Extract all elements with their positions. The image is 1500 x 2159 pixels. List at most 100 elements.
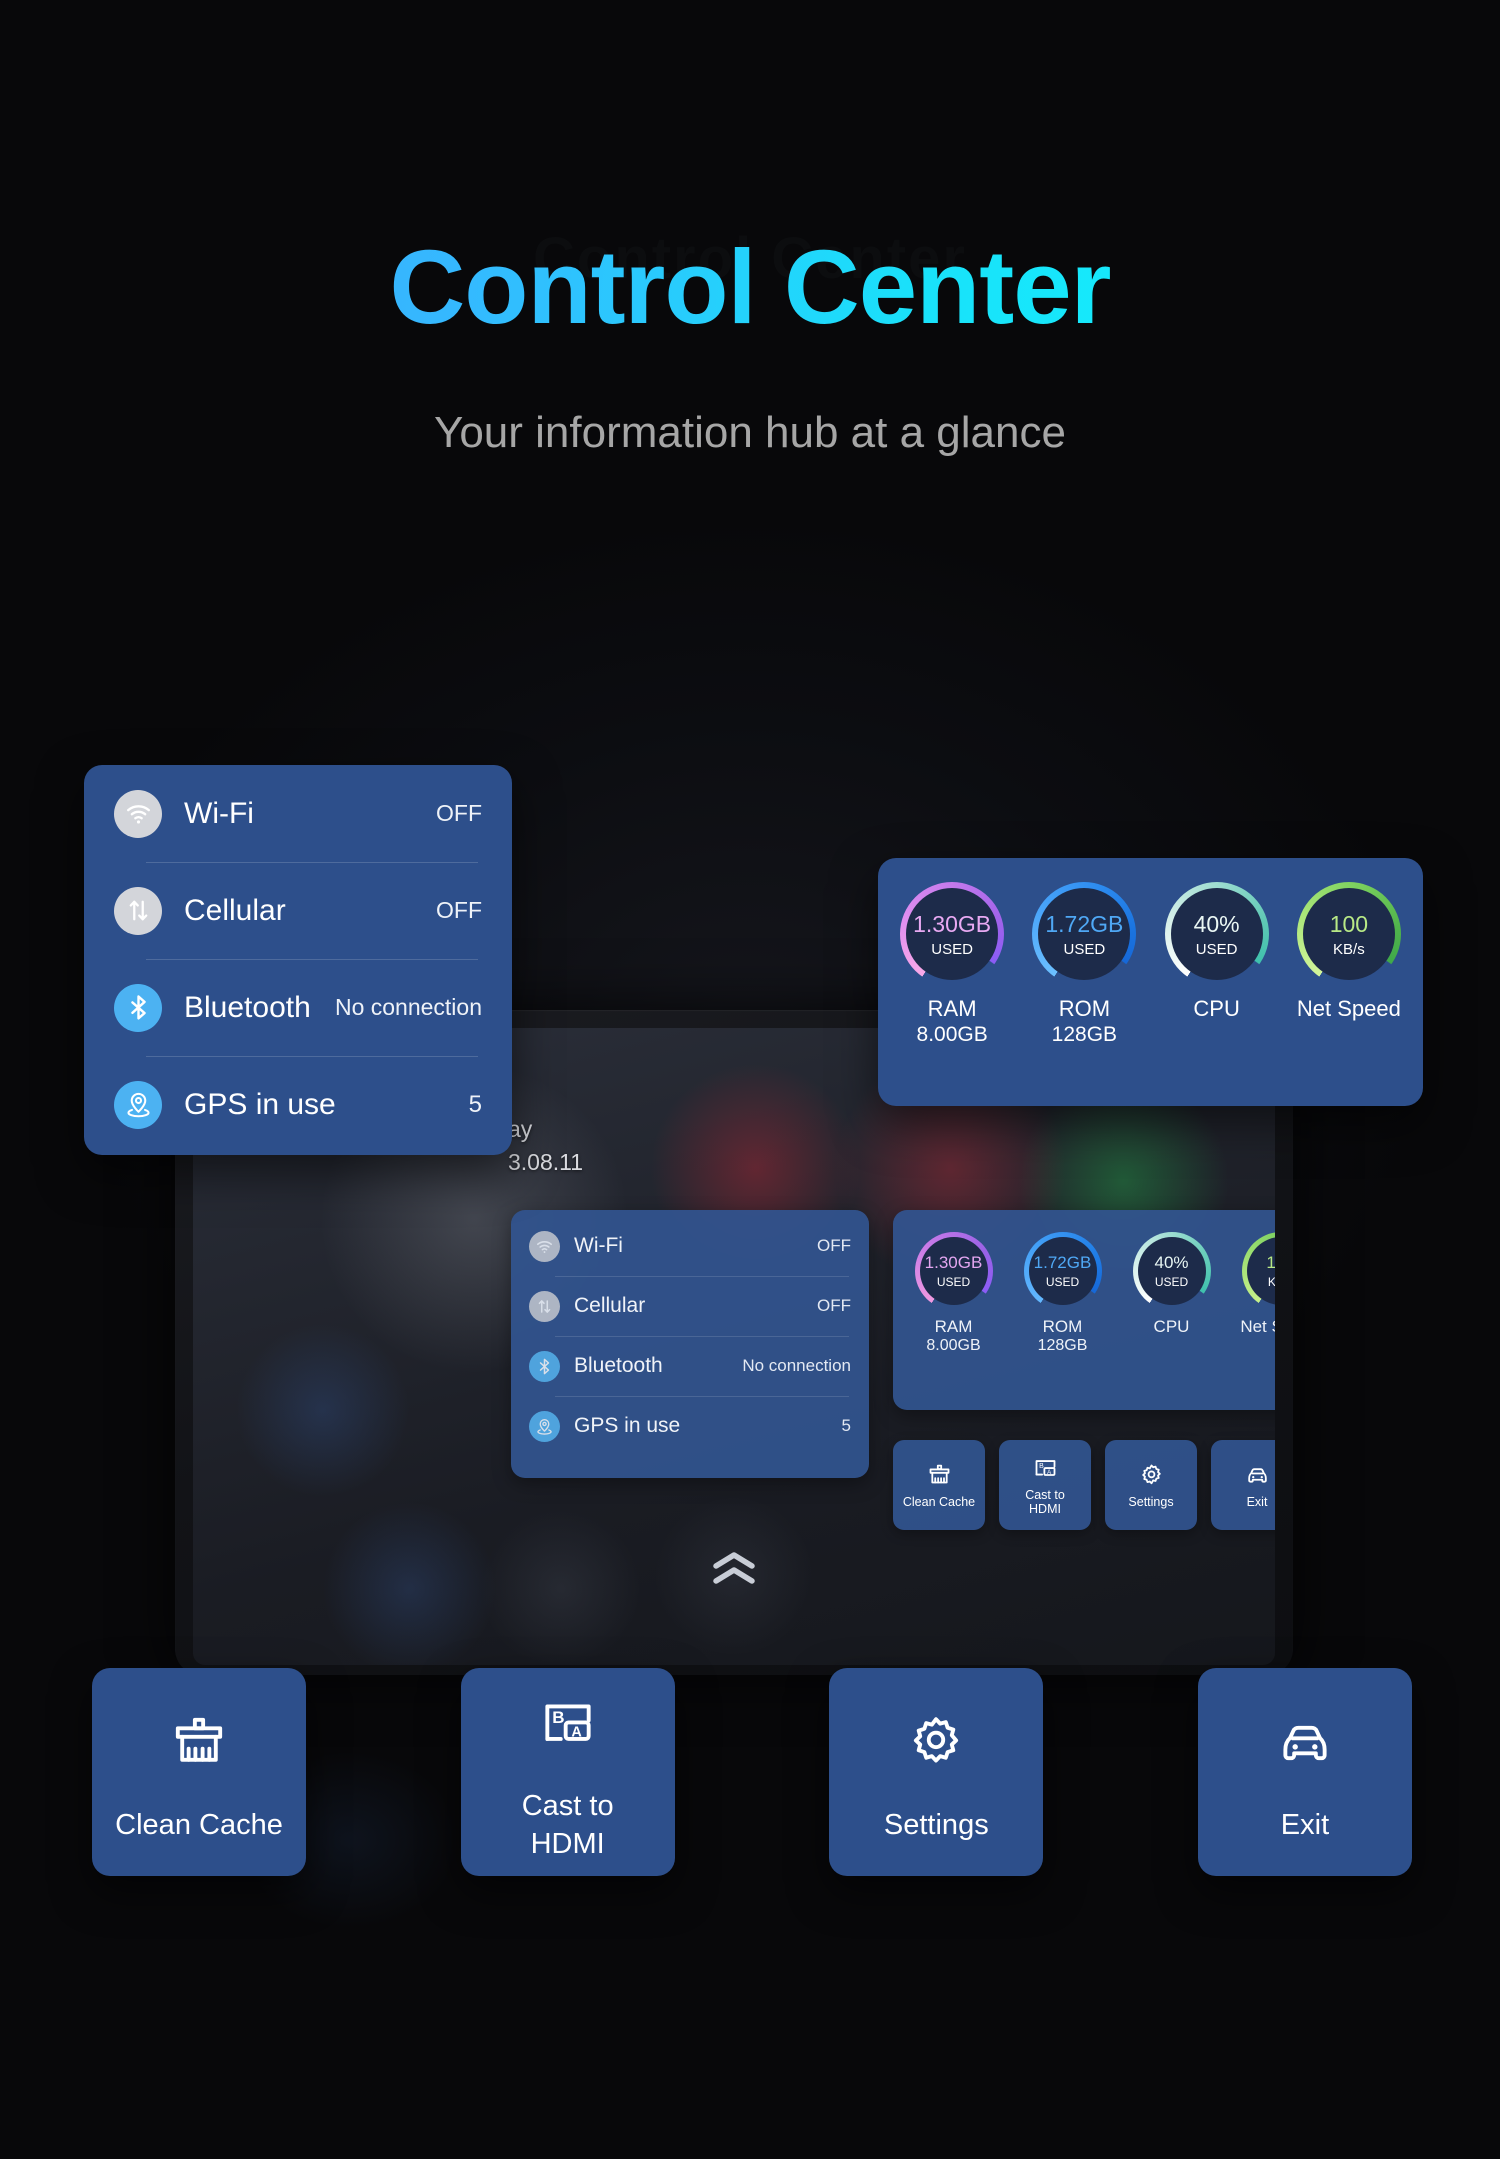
cast-label-line2: HDMI	[530, 1828, 605, 1860]
mini-gauge-name: RAM	[934, 1317, 973, 1336]
mini-gauge-unit: USED	[1045, 1275, 1080, 1289]
gauge-ring-netspeed: 100 KB/s	[1296, 882, 1401, 986]
mini-network-label: Wi-Fi	[574, 1234, 623, 1257]
gauge-name: ROM	[1058, 996, 1111, 1021]
exit-button[interactable]: Exit	[1197, 1668, 1412, 1876]
network-row-bluetooth[interactable]: Bluetooth No connection	[114, 959, 482, 1056]
gauge-rom: 1.72GB USED ROM 128GB	[1018, 882, 1150, 1106]
car-icon	[1247, 1467, 1267, 1483]
mini-gauge-name: ROM	[1042, 1317, 1083, 1336]
mini-action-label: Clean Cache	[902, 1494, 976, 1509]
mini-gauge-unit: USED	[1154, 1275, 1189, 1289]
mini-gauge-ring: 1.72GB USED	[1023, 1232, 1102, 1310]
mini-gauge-ring: 40% USED	[1132, 1232, 1211, 1310]
mini-actions-row: Clean Cache B A Cast to HDMI Settings Ex…	[893, 1440, 1275, 1530]
gauge-value: 100	[1329, 910, 1369, 937]
mini-network-value: No connection	[742, 1356, 851, 1375]
gauge-unit: USED	[1063, 940, 1106, 958]
network-row-label: Bluetooth	[184, 990, 311, 1024]
gps-icon	[529, 1410, 560, 1442]
gauge-ring-ram: 1.30GB USED	[900, 882, 1005, 986]
network-row-value: 5	[468, 1090, 482, 1118]
network-panel: Wi-Fi OFF Cellular OFF Bluetooth No conn…	[84, 765, 512, 1155]
mini-gauge-sub: 128GB	[1037, 1337, 1088, 1354]
actions-row: Clean Cache B A Cast to HDMI Settings Ex…	[92, 1668, 1412, 1876]
page-root: Control Center Control Center Your infor…	[0, 0, 1500, 2159]
cast-icon: B A	[537, 1681, 599, 1767]
network-row-wifi[interactable]: Wi-Fi OFF	[114, 765, 482, 862]
gps-icon	[114, 1080, 162, 1129]
gauge-value: 1.30GB	[913, 910, 992, 937]
cast-to-hdmi-label: Cast to HDMI	[522, 1787, 614, 1863]
gauge-name: CPU	[1193, 996, 1240, 1021]
clean-cache-label: Clean Cache	[115, 1809, 283, 1841]
mini-gauge-sub: 8.00GB	[926, 1337, 981, 1354]
page-title-part2: Center	[783, 229, 1111, 346]
screen-date-line2: 3.08.11	[508, 1149, 584, 1175]
cast-label-line1: Cast to	[521, 1790, 614, 1822]
mini-network-row-bluetooth[interactable]: Bluetooth No connection	[529, 1336, 851, 1396]
broom-icon	[168, 1700, 230, 1786]
mini-gauge-cpu: 40% USED CPU	[1117, 1232, 1226, 1337]
cellular-icon	[529, 1290, 560, 1322]
double-chevron-up-icon[interactable]	[708, 1548, 760, 1595]
settings-button[interactable]: Settings	[829, 1668, 1044, 1876]
gauge-ring-rom: 1.72GB USED	[1032, 882, 1137, 986]
mini-gauge-netspeed: 100 KB/s Net Speed	[1226, 1232, 1275, 1337]
wifi-icon	[114, 789, 162, 838]
clean-cache-button[interactable]: Clean Cache	[92, 1668, 306, 1876]
mini-gauge-unit: KB/s	[1267, 1275, 1275, 1289]
mini-action-cast-hdmi[interactable]: B A Cast to HDMI	[999, 1440, 1091, 1530]
mini-network-row-gps[interactable]: GPS in use 5	[529, 1396, 851, 1456]
gauge-unit: KB/s	[1333, 940, 1365, 958]
mini-network-panel[interactable]: Wi-Fi OFF Cellular OFF Bluetooth No conn…	[511, 1210, 869, 1478]
mini-gauge-value: 1.72GB	[1033, 1253, 1092, 1272]
network-row-value: OFF	[436, 800, 482, 826]
wifi-icon	[529, 1230, 560, 1262]
mini-action-exit[interactable]: Exit	[1211, 1440, 1275, 1530]
mini-action-label: Exit	[1246, 1494, 1268, 1509]
page-title: Control Center	[0, 228, 1500, 348]
screen-date-line1: ay	[508, 1116, 533, 1142]
broom-icon	[929, 1464, 949, 1483]
gauge-ring-cpu: 40% USED	[1164, 882, 1269, 986]
network-row-value: No connection	[334, 994, 482, 1020]
gauge-cpu: 40% USED CPU	[1151, 882, 1283, 1106]
mini-network-row-cellular[interactable]: Cellular OFF	[529, 1276, 851, 1336]
mini-network-label: GPS in use	[574, 1414, 681, 1437]
mini-network-value: OFF	[817, 1296, 851, 1315]
mini-action-label: Cast to HDMI	[1025, 1487, 1065, 1516]
mini-action-settings[interactable]: Settings	[1105, 1440, 1197, 1530]
gauge-name: RAM	[927, 996, 977, 1021]
mini-action-label: Settings	[1128, 1494, 1174, 1509]
mini-gauge-value: 40%	[1154, 1253, 1189, 1272]
gauge-value: 40%	[1193, 910, 1240, 937]
screen-date: ay 3.08.11	[508, 1113, 583, 1179]
gauge-value: 1.72GB	[1045, 910, 1124, 937]
cellular-icon	[114, 886, 162, 935]
mini-network-label: Bluetooth	[574, 1354, 663, 1377]
network-row-value: OFF	[436, 897, 482, 923]
network-row-gps[interactable]: GPS in use 5	[114, 1056, 482, 1153]
mini-network-label: Cellular	[574, 1294, 646, 1317]
cast-to-hdmi-button[interactable]: B A Cast to HDMI	[460, 1668, 675, 1876]
svg-text:B: B	[1039, 1462, 1044, 1469]
mini-network-row-wifi[interactable]: Wi-Fi OFF	[529, 1216, 851, 1276]
mini-gauge-rom: 1.72GB USED ROM 128GB	[1008, 1232, 1117, 1355]
mini-gauge-name: CPU	[1153, 1317, 1190, 1336]
mini-action-clean-cache[interactable]: Clean Cache	[893, 1440, 985, 1530]
mini-stats-panel: 1.30GB USED RAM 8.00GB 1.72GB USED ROM 1…	[893, 1210, 1275, 1410]
gauge-unit: USED	[1195, 940, 1238, 958]
gauge-name: Net Speed	[1296, 996, 1401, 1021]
mini-gauge-name: Net Speed	[1240, 1317, 1275, 1336]
network-row-cellular[interactable]: Cellular OFF	[114, 862, 482, 959]
mini-gauge-unit: USED	[936, 1275, 971, 1289]
exit-label: Exit	[1280, 1809, 1330, 1841]
mini-network-value: OFF	[817, 1236, 851, 1255]
gear-icon	[1141, 1464, 1161, 1484]
gauge-netspeed: 100 KB/s Net Speed	[1283, 882, 1415, 1106]
gauge-sub: 128GB	[1051, 1023, 1118, 1046]
bluetooth-icon	[114, 983, 162, 1032]
svg-text:B: B	[552, 1708, 564, 1727]
svg-text:A: A	[571, 1725, 582, 1741]
